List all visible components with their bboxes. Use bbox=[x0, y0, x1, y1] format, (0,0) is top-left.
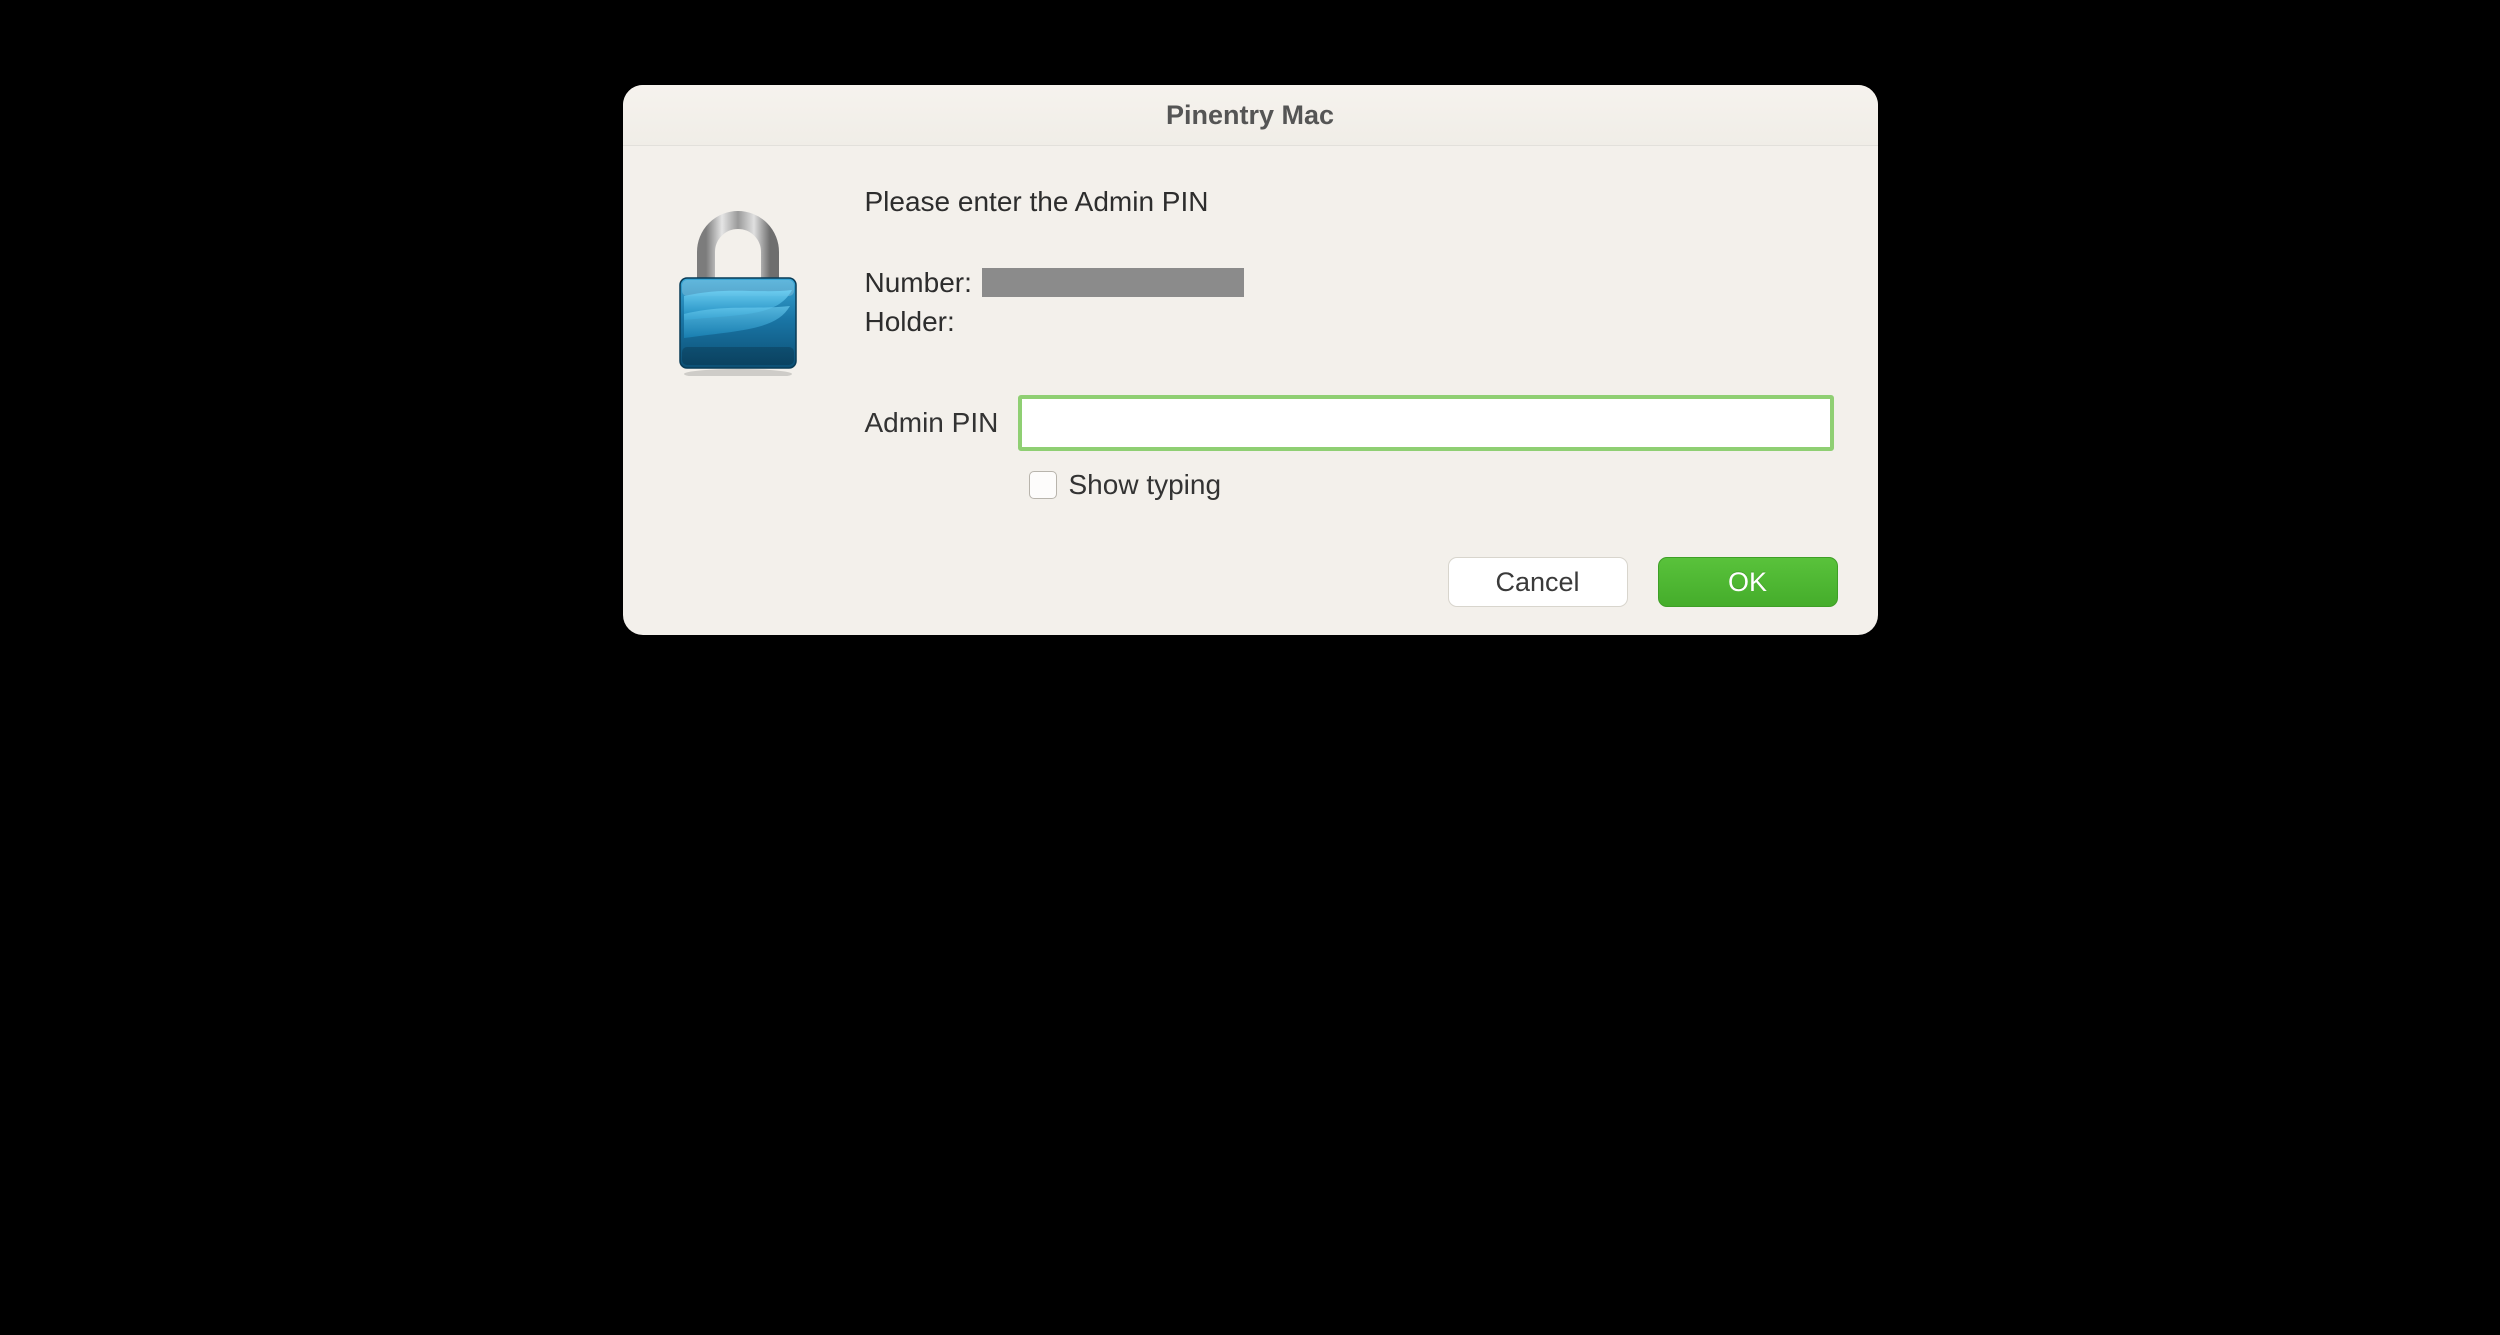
pinentry-dialog: Pinentry Mac bbox=[623, 85, 1878, 635]
holder-label: Holder: bbox=[865, 306, 955, 337]
number-row: Number: bbox=[865, 264, 1838, 303]
lock-icon bbox=[668, 196, 808, 376]
prompt-text: Please enter the Admin PIN bbox=[865, 186, 1838, 218]
admin-pin-input[interactable] bbox=[1018, 395, 1833, 451]
pin-row: Admin PIN bbox=[865, 395, 1838, 451]
cancel-button[interactable]: Cancel bbox=[1448, 557, 1628, 607]
show-typing-checkbox[interactable] bbox=[1029, 471, 1057, 499]
content-column: Please enter the Admin PIN Number: Holde… bbox=[865, 186, 1838, 607]
icon-column bbox=[663, 186, 813, 607]
dialog-body: Please enter the Admin PIN Number: Holde… bbox=[623, 146, 1878, 635]
number-value-redacted bbox=[982, 268, 1244, 297]
pin-label: Admin PIN bbox=[865, 407, 999, 439]
holder-row: Holder: bbox=[865, 303, 1838, 342]
show-typing-label: Show typing bbox=[1069, 469, 1222, 501]
dialog-title: Pinentry Mac bbox=[623, 85, 1878, 146]
number-label: Number: bbox=[865, 267, 972, 298]
ok-button[interactable]: OK bbox=[1658, 557, 1838, 607]
button-row: Cancel OK bbox=[1448, 557, 1838, 607]
show-typing-row: Show typing bbox=[1029, 469, 1838, 501]
